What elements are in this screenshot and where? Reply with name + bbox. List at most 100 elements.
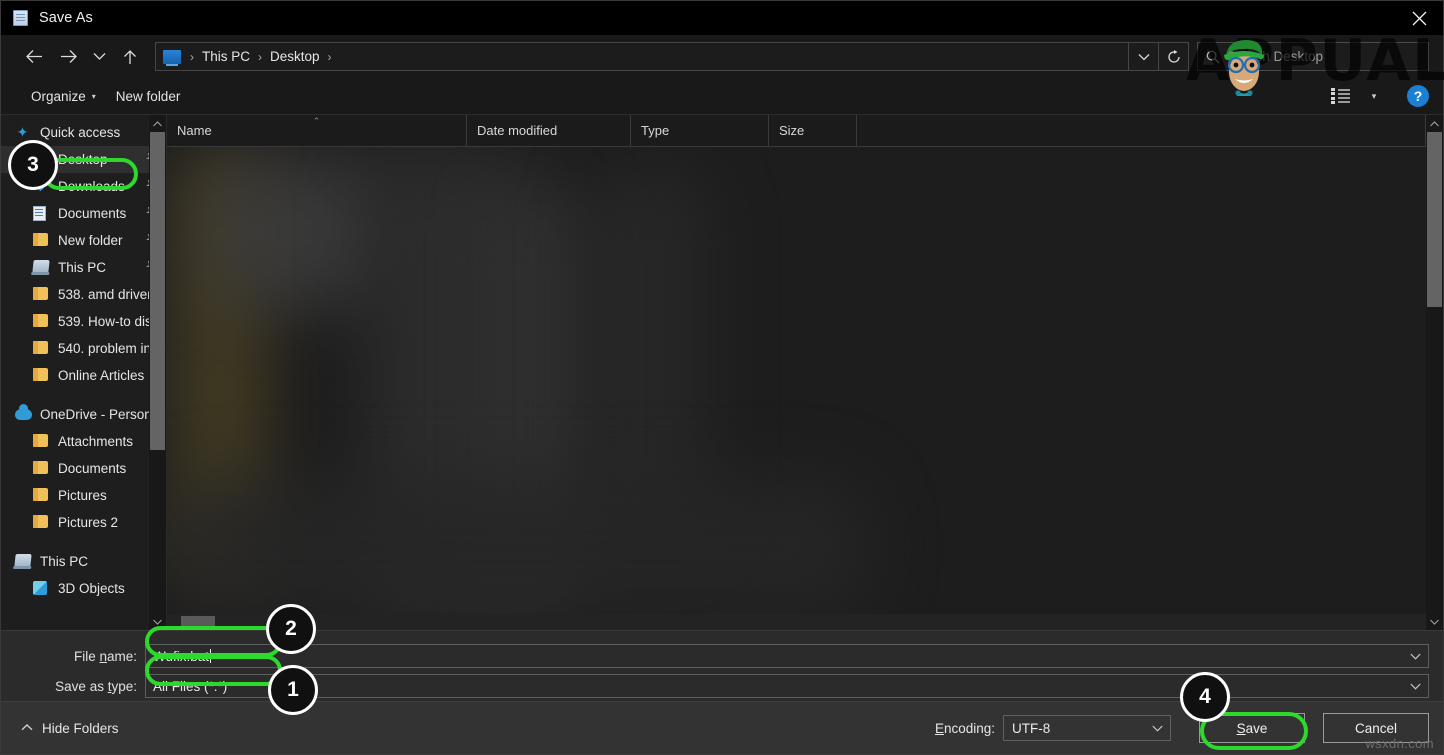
scroll-up-icon[interactable] xyxy=(1426,115,1443,132)
sidebar-item-label: Attachments xyxy=(58,434,134,449)
sidebar-item-this-pc[interactable]: This PC xyxy=(1,254,166,281)
save-as-type-chevron-down-icon[interactable] xyxy=(1402,675,1428,697)
folder-icon xyxy=(33,314,50,329)
file-name-chevron-down-icon[interactable] xyxy=(1402,645,1428,667)
sidebar-item-label: Desktop xyxy=(58,152,108,167)
sidebar-item-online-articles[interactable]: Online Articles xyxy=(1,362,166,389)
sidebar-item-label: Documents xyxy=(58,206,127,221)
3d-objects-icon xyxy=(33,581,50,596)
pc-icon xyxy=(14,554,32,569)
view-options-chevron-down-icon[interactable]: ▾ xyxy=(1367,91,1381,102)
sidebar-scroll-track[interactable] xyxy=(149,132,166,613)
dialog-body: ✦Quick accessDesktop⬇DownloadsDocumentsN… xyxy=(1,114,1443,630)
window-title: Save As xyxy=(39,10,93,26)
breadcrumb-dropdown-icon[interactable] xyxy=(1129,42,1159,71)
folder-icon xyxy=(33,515,50,530)
sidebar-item-documents[interactable]: Documents xyxy=(1,455,166,482)
sidebar-item-3d-objects[interactable]: 3D Objects xyxy=(1,575,166,602)
column-header-name[interactable]: Name ⌃ xyxy=(167,115,467,146)
file-name-input[interactable]: Wufix.bat xyxy=(146,648,1402,664)
sidebar-item-documents[interactable]: Documents xyxy=(1,200,166,227)
column-header-type[interactable]: Type xyxy=(631,115,769,146)
scroll-down-icon[interactable] xyxy=(1426,613,1443,630)
organize-button[interactable]: Organize ▾ xyxy=(21,85,106,108)
column-header-label: Type xyxy=(641,123,670,138)
sidebar-item-onedrive-person[interactable]: OneDrive - Person xyxy=(1,401,166,428)
sidebar-item-attachments[interactable]: Attachments xyxy=(1,428,166,455)
breadcrumb-item-desktop[interactable]: Desktop xyxy=(269,49,321,64)
search-input[interactable]: Search Desktop xyxy=(1197,42,1429,71)
new-folder-button[interactable]: New folder xyxy=(106,85,191,108)
list-view-icon[interactable] xyxy=(1331,87,1353,105)
sidebar-item-label: This PC xyxy=(58,260,107,275)
pc-icon xyxy=(32,260,50,275)
folder-icon xyxy=(33,488,50,503)
column-header-filler xyxy=(857,115,1426,146)
sidebar-item-label: 539. How-to disa xyxy=(58,314,160,329)
new-folder-label: New folder xyxy=(115,88,181,104)
encoding-value: UTF-8 xyxy=(1012,720,1051,736)
recent-locations-icon[interactable] xyxy=(85,42,113,72)
sidebar-item-label: OneDrive - Person xyxy=(40,407,152,422)
close-icon[interactable] xyxy=(1396,1,1443,35)
sidebar-item-539-how-to-disa[interactable]: 539. How-to disa xyxy=(1,308,166,335)
sidebar-item-label: 540. problem ins xyxy=(58,341,158,356)
navigation-bar: › This PC › Desktop › Search Desktop xyxy=(1,35,1443,78)
column-header-row: Name ⌃ Date modified Type Size xyxy=(167,115,1426,147)
breadcrumb-controls xyxy=(1129,42,1189,71)
column-header-size[interactable]: Size xyxy=(769,115,857,146)
hide-folders-button[interactable]: Hide Folders xyxy=(15,717,125,740)
file-list-scroll-track[interactable] xyxy=(1426,132,1443,613)
documents-icon xyxy=(33,206,50,221)
encoding-label: Encoding: xyxy=(934,720,995,736)
up-icon[interactable] xyxy=(113,42,147,72)
sidebar-item-540-problem-ins[interactable]: 540. problem ins xyxy=(1,335,166,362)
file-list-scrollbar[interactable] xyxy=(1426,115,1443,630)
horizontal-scroll-thumb[interactable] xyxy=(181,616,215,628)
scroll-up-icon[interactable] xyxy=(149,115,166,132)
encoding-combo[interactable]: UTF-8 xyxy=(1003,715,1171,741)
column-header-label: Size xyxy=(779,123,805,138)
sort-ascending-icon: ⌃ xyxy=(312,116,321,126)
encoding-chevron-down-icon[interactable] xyxy=(1144,717,1170,739)
source-watermark: wsxdn.com xyxy=(1365,736,1434,751)
column-header-label: Date modified xyxy=(477,123,558,138)
chevron-down-icon: ▾ xyxy=(91,91,96,101)
folder-icon xyxy=(33,233,50,248)
forward-icon[interactable] xyxy=(51,42,85,72)
file-list-scroll-thumb[interactable] xyxy=(1427,132,1442,307)
callout-3: 3 xyxy=(8,140,58,190)
column-header-date-modified[interactable]: Date modified xyxy=(467,115,631,146)
breadcrumb[interactable]: › This PC › Desktop › xyxy=(155,42,1129,71)
sidebar-item-label: Quick access xyxy=(40,125,121,140)
search-placeholder: Search Desktop xyxy=(1227,49,1324,64)
sidebar-scroll-thumb[interactable] xyxy=(150,132,165,450)
sidebar-scrollbar[interactable] xyxy=(149,115,166,630)
back-icon[interactable] xyxy=(17,42,51,72)
file-list-content[interactable] xyxy=(167,147,1426,614)
callout-4: 4 xyxy=(1180,672,1230,722)
scroll-down-icon[interactable] xyxy=(149,613,166,630)
save-as-type-combo[interactable]: All Files (*.*) xyxy=(145,674,1429,698)
file-name-combo[interactable]: Wufix.bat xyxy=(145,644,1429,668)
folder-icon xyxy=(33,341,50,356)
sidebar-item-pictures-2[interactable]: Pictures 2 xyxy=(1,509,166,536)
breadcrumb-item-this-pc[interactable]: This PC xyxy=(201,49,251,64)
folder-icon xyxy=(33,461,50,476)
sidebar-item-label: Pictures xyxy=(58,488,107,503)
folder-icon xyxy=(33,287,50,302)
folder-icon xyxy=(33,368,50,383)
save-as-type-label: Save as type: xyxy=(55,678,137,694)
refresh-icon[interactable] xyxy=(1159,42,1189,71)
sidebar-item-this-pc[interactable]: This PC xyxy=(1,548,166,575)
title-bar: Save As xyxy=(1,1,1443,35)
help-icon[interactable]: ? xyxy=(1407,85,1429,107)
sidebar-item-538-amd-driver[interactable]: 538. amd driver xyxy=(1,281,166,308)
sidebar-item-label: 538. amd driver xyxy=(58,287,152,302)
file-list-horizontal-scrollbar[interactable] xyxy=(167,614,1426,630)
sidebar-item-label: This PC xyxy=(40,554,89,569)
quick-access-icon: ✦ xyxy=(16,124,29,140)
sidebar-item-pictures[interactable]: Pictures xyxy=(1,482,166,509)
sidebar-item-label: Online Articles xyxy=(58,368,145,383)
sidebar-item-new-folder[interactable]: New folder xyxy=(1,227,166,254)
